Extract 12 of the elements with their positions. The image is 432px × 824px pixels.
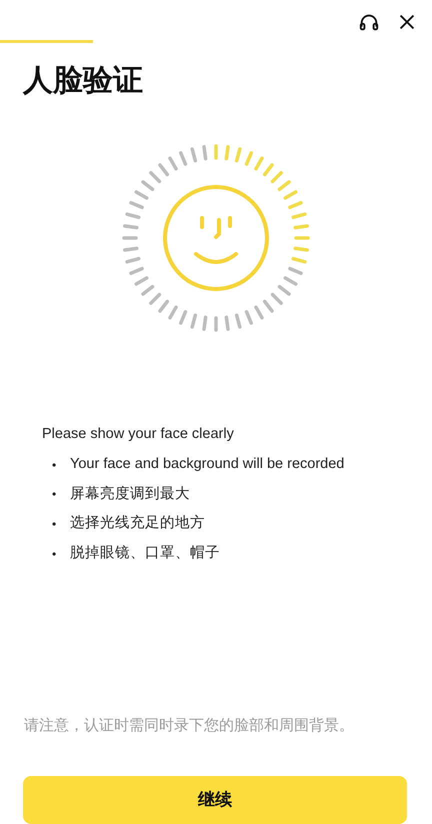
bullet-marker: • — [52, 456, 58, 474]
instruction-item: Your face and background will be recorded — [70, 454, 344, 474]
instruction-item: 屏幕亮度调到最大 — [70, 484, 190, 504]
instruction-item: 脱掉眼镜、口罩、帽子 — [70, 544, 220, 563]
bullet-marker: • — [52, 486, 58, 504]
bullet-marker: • — [52, 516, 58, 534]
bullet-marker: • — [52, 546, 58, 563]
page-title: 人脸验证 — [23, 63, 144, 99]
instruction-heading: Please show your face clearly — [42, 425, 235, 444]
notice-text: 请注意，认证时需同时录下您的脸部和周围背景。 — [24, 716, 355, 736]
instruction-item: 选择光线充足的地方 — [70, 514, 205, 534]
continue-button[interactable]: 继续 — [23, 776, 407, 824]
